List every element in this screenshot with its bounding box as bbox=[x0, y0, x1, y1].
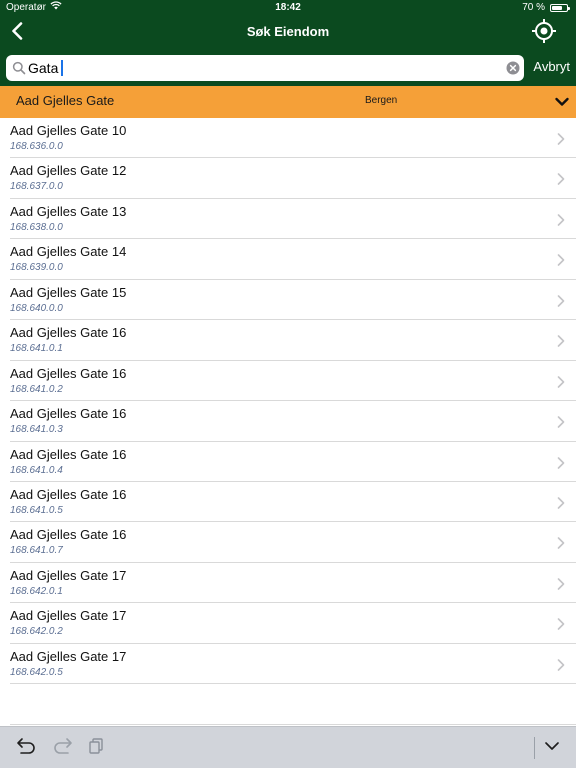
keyboard-dismiss-icon bbox=[543, 737, 561, 760]
list-item[interactable]: Aad Gjelles Gate 15 168.640.0.0 bbox=[10, 280, 576, 321]
clock: 18:42 bbox=[275, 2, 301, 13]
street-group-header[interactable]: Aad Gjelles Gate Bergen bbox=[0, 86, 576, 118]
list-item-title: Aad Gjelles Gate 13 bbox=[10, 203, 127, 219]
list-item-subtitle: 168.641.0.7 bbox=[10, 545, 63, 557]
chevron-right-icon bbox=[556, 375, 566, 388]
paste-button[interactable] bbox=[84, 736, 108, 760]
list-item-subtitle: 168.640.0.0 bbox=[10, 302, 63, 314]
list-item-title: Aad Gjelles Gate 17 bbox=[10, 567, 127, 583]
street-name: Aad Gjelles Gate bbox=[16, 93, 115, 108]
chevron-right-icon bbox=[556, 172, 566, 186]
list-item-title: Aad Gjelles Gate 15 bbox=[10, 284, 127, 300]
list-end-divider bbox=[10, 724, 576, 725]
chevron-down-icon[interactable] bbox=[554, 94, 570, 110]
undo-button[interactable] bbox=[15, 736, 39, 760]
locate-button[interactable] bbox=[530, 18, 558, 49]
list-item-title: Aad Gjelles Gate 16 bbox=[10, 527, 127, 543]
list-item-subtitle: 168.636.0.0 bbox=[10, 141, 63, 152]
list-item-title: Aad Gjelles Gate 10 bbox=[10, 123, 127, 138]
search-input[interactable] bbox=[28, 58, 498, 78]
list-item[interactable]: Aad Gjelles Gate 17 168.642.0.5 bbox=[10, 644, 576, 685]
list-item[interactable]: Aad Gjelles Gate 10 168.636.0.0 bbox=[10, 118, 576, 159]
list-item-title: Aad Gjelles Gate 16 bbox=[10, 486, 127, 502]
chevron-right-icon bbox=[556, 577, 566, 590]
list-item[interactable]: Aad Gjelles Gate 16 168.641.0.7 bbox=[10, 522, 576, 563]
list-item-subtitle: 168.642.0.1 bbox=[10, 585, 63, 597]
list-item-title: Aad Gjelles Gate 16 bbox=[10, 325, 127, 341]
chevron-right-icon bbox=[556, 253, 566, 267]
chevron-right-icon bbox=[556, 536, 566, 550]
chevron-right-icon bbox=[556, 658, 566, 671]
list-item-title: Aad Gjelles Gate 12 bbox=[10, 163, 127, 179]
chevron-right-icon bbox=[556, 415, 566, 428]
list-item-subtitle: 168.641.0.4 bbox=[10, 464, 63, 476]
list-item[interactable]: Aad Gjelles Gate 14 168.639.0.0 bbox=[10, 239, 576, 280]
battery-level bbox=[552, 6, 562, 10]
status-right: 70 % bbox=[522, 0, 570, 16]
navigation-bar: Søk Eiendom bbox=[0, 16, 576, 50]
crosshair-icon bbox=[531, 18, 557, 49]
dismiss-keyboard-button[interactable] bbox=[540, 736, 564, 760]
clear-icon[interactable] bbox=[506, 61, 520, 75]
list-item-subtitle: 168.642.0.5 bbox=[10, 666, 63, 678]
redo-button[interactable] bbox=[50, 736, 74, 760]
status-bar: Operatør 18:42 70 % bbox=[0, 0, 576, 16]
cancel-button[interactable]: Avbryt bbox=[533, 50, 570, 86]
list-item-title: Aad Gjelles Gate 17 bbox=[10, 608, 127, 624]
list-item-subtitle: 168.639.0.0 bbox=[10, 262, 63, 274]
undo-icon bbox=[16, 737, 38, 760]
page-title: Søk Eiendom bbox=[246, 24, 330, 39]
list-item-subtitle: 168.641.0.5 bbox=[10, 504, 63, 516]
battery-icon bbox=[550, 4, 570, 12]
battery-percent: 70 % bbox=[522, 2, 545, 13]
chevron-right-icon bbox=[556, 456, 566, 469]
text-cursor bbox=[61, 60, 63, 76]
top-bar: Operatør 18:42 70 % Søk Eiendom bbox=[0, 0, 576, 50]
app-window: Operatør 18:42 70 % Søk Eiendom Gata Avb… bbox=[0, 0, 576, 768]
list-item-subtitle: 168.642.0.2 bbox=[10, 626, 63, 638]
search-field[interactable] bbox=[6, 55, 524, 81]
street-city: Bergen bbox=[365, 95, 398, 106]
list-item[interactable]: Aad Gjelles Gate 12 168.637.0.0 bbox=[10, 158, 576, 199]
toolbar-divider bbox=[534, 737, 535, 759]
chevron-right-icon bbox=[556, 132, 566, 145]
list-item-title: Aad Gjelles Gate 17 bbox=[10, 648, 127, 664]
chevron-right-icon bbox=[556, 294, 566, 307]
list-item-subtitle: 168.641.0.2 bbox=[10, 383, 63, 395]
search-icon bbox=[12, 61, 26, 75]
list-item[interactable]: Aad Gjelles Gate 17 168.642.0.2 bbox=[10, 603, 576, 644]
chevron-right-icon bbox=[556, 213, 566, 226]
chevron-right-icon bbox=[556, 496, 566, 509]
paste-icon bbox=[87, 737, 105, 760]
list-item-title: Aad Gjelles Gate 14 bbox=[10, 244, 127, 260]
list-item-subtitle: 168.641.0.1 bbox=[10, 343, 63, 355]
list-item-title: Aad Gjelles Gate 16 bbox=[10, 446, 127, 462]
results-list: Aad Gjelles Gate 10 168.636.0.0 Aad Gjelle… bbox=[0, 118, 576, 685]
redo-icon bbox=[51, 737, 73, 760]
chevron-right-icon bbox=[556, 334, 566, 347]
list-item-title: Aad Gjelles Gate 16 bbox=[10, 365, 127, 381]
keyboard-toolbar bbox=[0, 726, 576, 768]
list-item[interactable]: Aad Gjelles Gate 17 168.642.0.1 bbox=[10, 563, 576, 604]
list-item[interactable]: Aad Gjelles Gate 16 168.641.0.1 bbox=[10, 320, 576, 361]
list-item[interactable]: Aad Gjelles Gate 16 168.641.0.4 bbox=[10, 442, 576, 482]
chevron-right-icon bbox=[556, 617, 566, 631]
list-item[interactable]: Aad Gjelles Gate 16 168.641.0.3 bbox=[10, 401, 576, 442]
list-item[interactable]: Aad Gjelles Gate 13 168.638.0.0 bbox=[10, 199, 576, 240]
search-bar: Avbryt bbox=[0, 50, 576, 86]
list-item-title: Aad Gjelles Gate 16 bbox=[10, 406, 127, 422]
list-item-subtitle: 168.637.0.0 bbox=[10, 181, 63, 193]
list-item[interactable]: Aad Gjelles Gate 16 168.641.0.2 bbox=[10, 361, 576, 402]
list-item-subtitle: 168.641.0.3 bbox=[10, 424, 63, 436]
list-item-subtitle: 168.638.0.0 bbox=[10, 221, 63, 233]
list-item[interactable]: Aad Gjelles Gate 16 168.641.0.5 bbox=[10, 482, 576, 523]
